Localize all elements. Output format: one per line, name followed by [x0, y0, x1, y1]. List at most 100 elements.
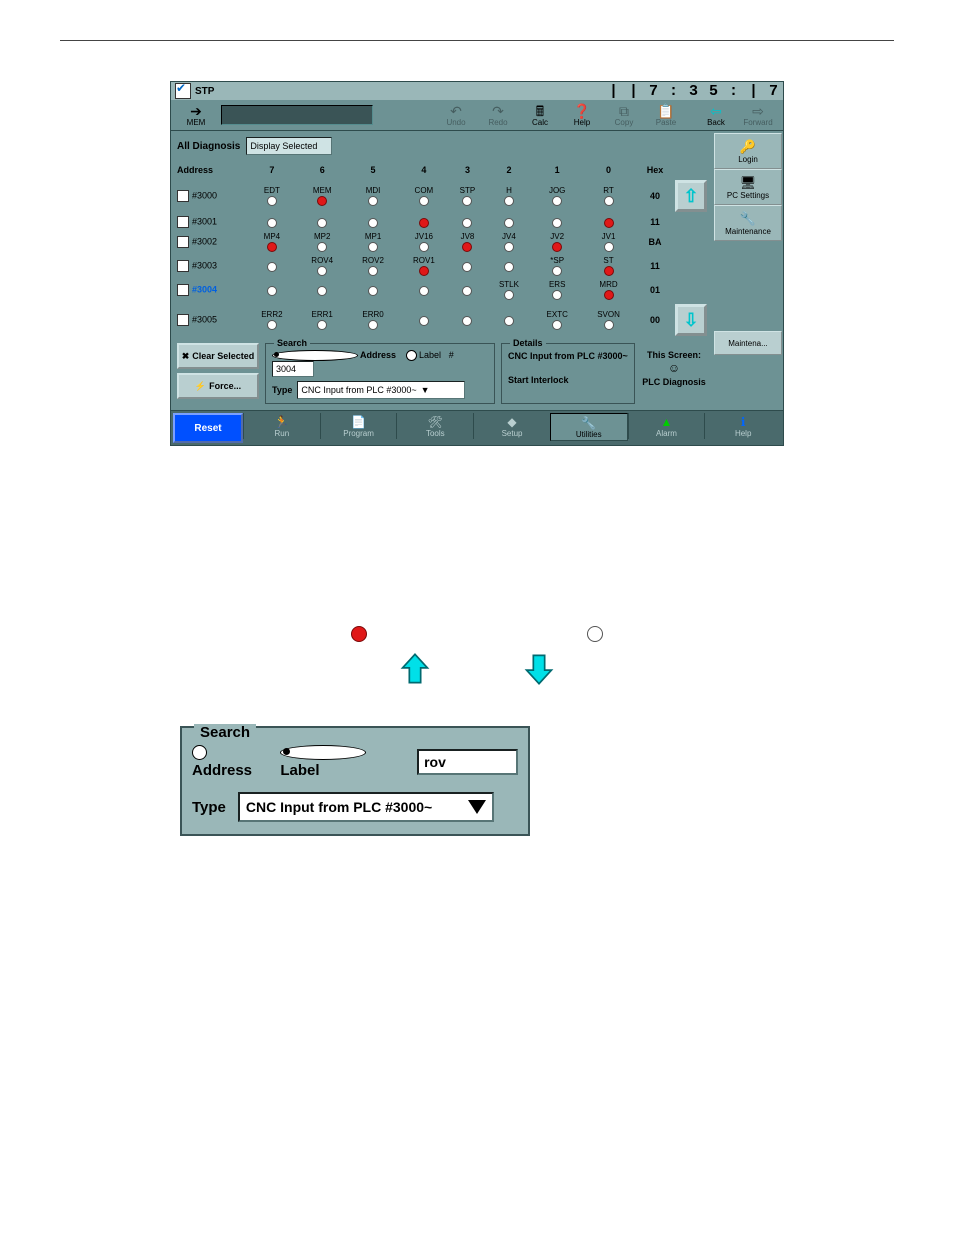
bit-label: H [506, 186, 512, 195]
status-dot-icon [419, 218, 429, 228]
status-dot-icon [419, 266, 429, 276]
column-header: 3 [449, 163, 485, 177]
row-checkbox[interactable] [177, 314, 189, 326]
bit-label: MEM [313, 186, 332, 195]
bit-cell [398, 217, 449, 228]
address-radio[interactable] [272, 350, 358, 361]
status-dot-icon [267, 242, 277, 252]
scroll-down-button[interactable]: ⇩ [675, 304, 707, 336]
maintenance-button[interactable]: 🔧Maintenance [714, 205, 782, 241]
bit-cell: JV1 [582, 232, 635, 252]
status-dot-icon [504, 242, 514, 252]
maintenance-tab[interactable]: Maintena... [714, 331, 782, 355]
row-checkbox[interactable] [177, 236, 189, 248]
status-dot-icon [267, 218, 277, 228]
command-input[interactable] [221, 105, 373, 125]
nav-setup[interactable]: ◆Setup [473, 413, 550, 439]
nav-program[interactable]: 📄Program [320, 413, 397, 439]
nav-alarm[interactable]: ▲Alarm [628, 413, 705, 439]
bit-cell [348, 285, 399, 296]
search-legend: Search [274, 338, 310, 348]
login-button[interactable]: 🔑Login [714, 133, 782, 169]
nav-reset[interactable]: Reset [173, 413, 243, 443]
status-dot-icon [504, 218, 514, 228]
type-select[interactable]: CNC Input from PLC #3000~ [238, 792, 494, 822]
bit-label: STP [460, 186, 476, 195]
nav-help[interactable]: ℹHelp [704, 413, 781, 439]
status-dot-icon [552, 266, 562, 276]
example-arrows [177, 652, 777, 686]
calc-button[interactable]: 🖩Calc [519, 101, 561, 129]
forward-button[interactable]: ⇨Forward [737, 101, 779, 129]
bottom-nav: Reset 🏃Run 📄Program 🛠Tools ◆Setup 🔧Utili… [171, 410, 783, 445]
clear-selected-button[interactable]: ✖Clear Selected [177, 343, 259, 369]
bit-label: EXTC [547, 310, 568, 319]
bit-cell: MRD [582, 280, 635, 300]
bit-cell: MP2 [297, 232, 348, 252]
nav-utilities[interactable]: 🔧Utilities [550, 413, 628, 441]
table-row: #3002MP4MP2MP1JV16JV8JV4JV2JV1BA [177, 231, 707, 253]
column-header: 5 [348, 163, 399, 177]
bit-cell [247, 261, 297, 272]
nav-run[interactable]: 🏃Run [243, 413, 320, 439]
status-dot-icon [419, 286, 429, 296]
bit-label: COM [415, 186, 434, 195]
bit-cell: JV2 [532, 232, 582, 252]
bit-cell [532, 217, 582, 228]
address-radio[interactable] [192, 745, 207, 760]
bit-label: ROV1 [413, 256, 435, 265]
bit-label: ROV4 [311, 256, 333, 265]
force-button[interactable]: ⚡Force... [177, 373, 259, 399]
status-dot-on-icon [351, 626, 367, 642]
check-icon [175, 83, 191, 99]
mem-button[interactable]: ➔MEM [175, 101, 217, 129]
column-header: 7 [247, 163, 297, 177]
status-dot-icon [462, 316, 472, 326]
bit-label: ERR0 [362, 310, 383, 319]
hex-value: 11 [635, 215, 675, 229]
back-button[interactable]: ⇦Back [695, 101, 737, 129]
bit-cell [582, 217, 635, 228]
status-dot-icon [604, 196, 614, 206]
row-checkbox[interactable] [177, 216, 189, 228]
row-checkbox[interactable] [177, 190, 189, 202]
column-header: 0 [582, 163, 635, 177]
status-dot-icon [317, 266, 327, 276]
label-radio[interactable] [406, 350, 417, 361]
bit-label: EDT [264, 186, 280, 195]
status-dot-icon [267, 262, 277, 272]
hmi-screenshot: STP | | 7 : 3 5 : | 7 ➔MEM ↶Undo ↷Redo 🖩… [170, 81, 784, 446]
status-dot-icon [267, 320, 277, 330]
redo-button[interactable]: ↷Redo [477, 101, 519, 129]
status-dot-icon [368, 242, 378, 252]
bit-label: JOG [549, 186, 565, 195]
bit-cell [486, 261, 533, 272]
status-dot-icon [419, 242, 429, 252]
bit-cell: MEM [297, 186, 348, 206]
status-dot-icon [462, 286, 472, 296]
help-button[interactable]: ❓Help [561, 101, 603, 129]
filter-select[interactable]: Display Selected [246, 137, 332, 155]
paste-button[interactable]: 📋Paste [645, 101, 687, 129]
row-checkbox[interactable] [177, 260, 189, 272]
label-radio[interactable] [280, 745, 366, 760]
bit-cell: *SP [532, 256, 582, 276]
bit-label: *SP [550, 256, 564, 265]
clock: | | 7 : 3 5 : | 7 [609, 83, 779, 100]
scroll-up-button[interactable]: ⇧ [675, 180, 707, 212]
type-select[interactable]: CNC Input from PLC #3000~▼ [297, 381, 465, 399]
undo-button[interactable]: ↶Undo [435, 101, 477, 129]
column-header: Address [177, 163, 247, 177]
row-checkbox[interactable] [177, 284, 189, 296]
nav-tools[interactable]: 🛠Tools [396, 413, 473, 439]
bit-cell: SVON [582, 310, 635, 330]
pc-settings-button[interactable]: 🖥PC Settings [714, 169, 782, 205]
search-value-input[interactable]: 3004 [272, 361, 314, 377]
address-label: #3002 [192, 236, 217, 246]
copy-button[interactable]: ⧉Copy [603, 101, 645, 129]
status-dot-icon [604, 242, 614, 252]
bit-label: ROV2 [362, 256, 384, 265]
status-dot-icon [552, 320, 562, 330]
search-value-input[interactable]: rov [417, 749, 518, 775]
filter-label: All Diagnosis [177, 141, 240, 152]
